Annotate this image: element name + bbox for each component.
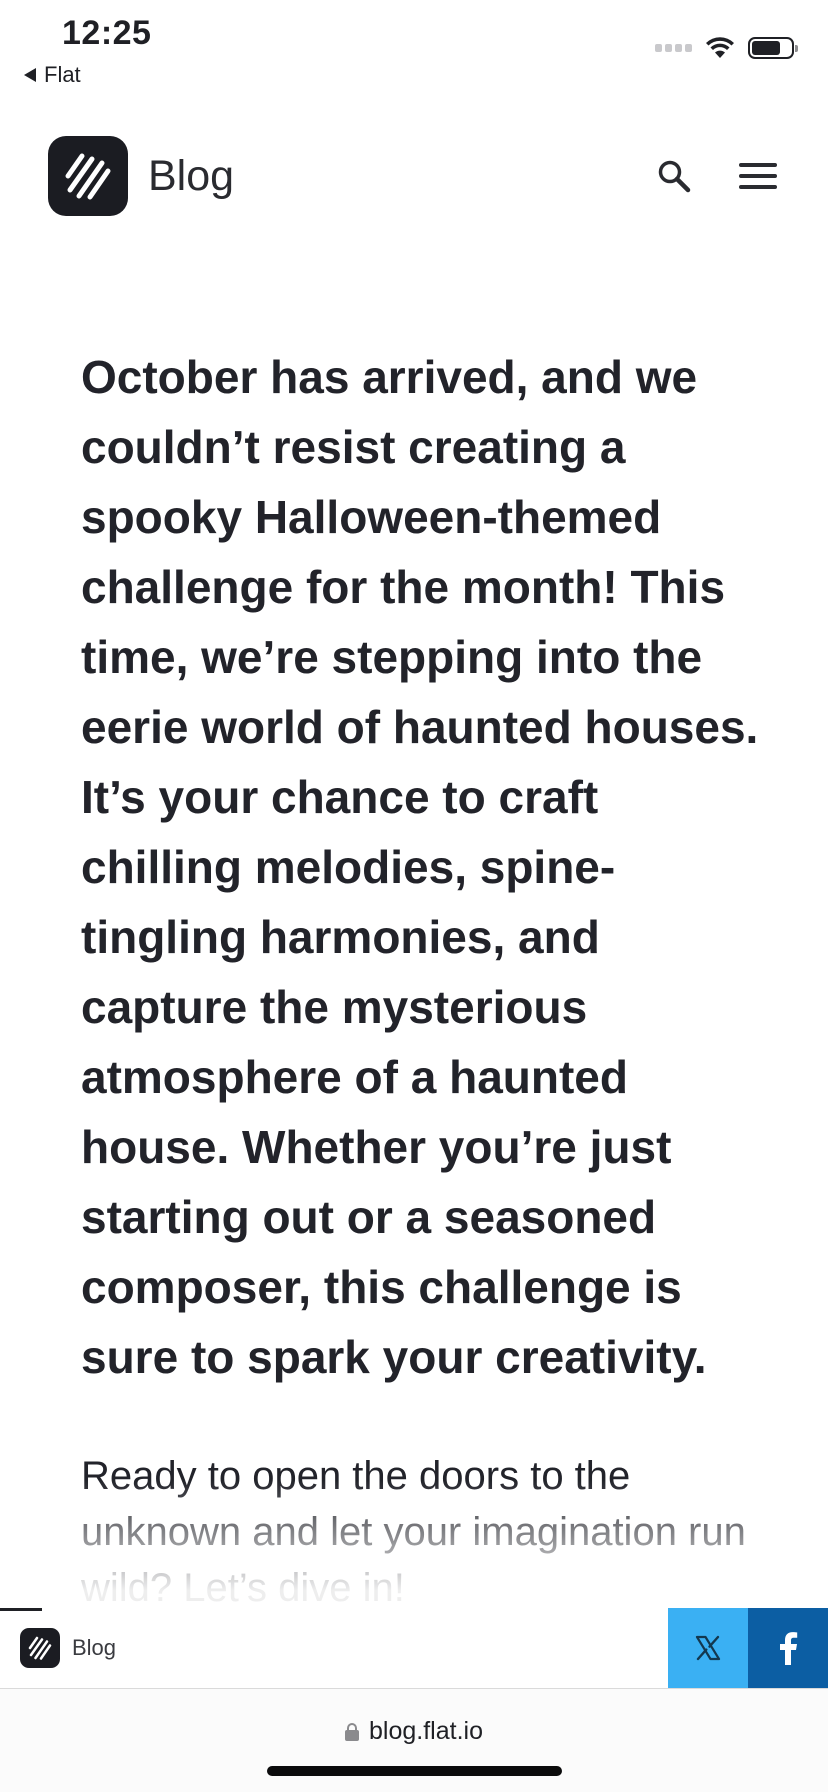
wifi-icon <box>706 37 734 58</box>
back-app-label: Flat <box>44 62 81 87</box>
facebook-icon <box>780 1632 798 1665</box>
battery-icon <box>748 37 798 59</box>
article-body: October has arrived, and we couldn’t res… <box>81 342 761 1616</box>
status-indicators <box>655 36 798 60</box>
x-icon <box>695 1635 721 1661</box>
article-lead: October has arrived, and we couldn’t res… <box>81 351 759 1383</box>
site-title[interactable]: Blog <box>148 152 234 201</box>
menu-icon[interactable] <box>736 154 780 198</box>
url-text: blog.flat.io <box>369 1717 483 1745</box>
share-brand[interactable]: Blog <box>20 1628 116 1668</box>
cellular-signal-icon <box>655 44 692 52</box>
home-indicator[interactable] <box>267 1766 562 1776</box>
browser-url-bar: blog.flat.io <box>0 1689 828 1792</box>
flat-logo-icon[interactable] <box>48 136 128 216</box>
site-header: Blog <box>48 136 780 216</box>
progress-indicator <box>0 1608 42 1611</box>
x-share-button[interactable] <box>668 1608 748 1688</box>
header-actions <box>652 154 780 198</box>
screen: 12:25 Flat Blog October has arrived, and… <box>0 0 828 1792</box>
back-to-app-button[interactable]: Flat <box>24 62 81 88</box>
share-brand-label: Blog <box>72 1635 117 1660</box>
address-field[interactable]: blog.flat.io <box>0 1717 828 1746</box>
flat-mini-logo-icon <box>20 1628 60 1668</box>
status-time: 12:25 <box>62 14 152 52</box>
article-paragraph: Ready to open the doors to the unknown a… <box>81 1454 746 1610</box>
facebook-share-button[interactable] <box>748 1608 828 1688</box>
search-icon[interactable] <box>652 154 696 198</box>
lock-icon <box>345 1722 360 1741</box>
share-bar: Blog <box>0 1608 828 1689</box>
back-triangle-icon <box>24 68 36 82</box>
